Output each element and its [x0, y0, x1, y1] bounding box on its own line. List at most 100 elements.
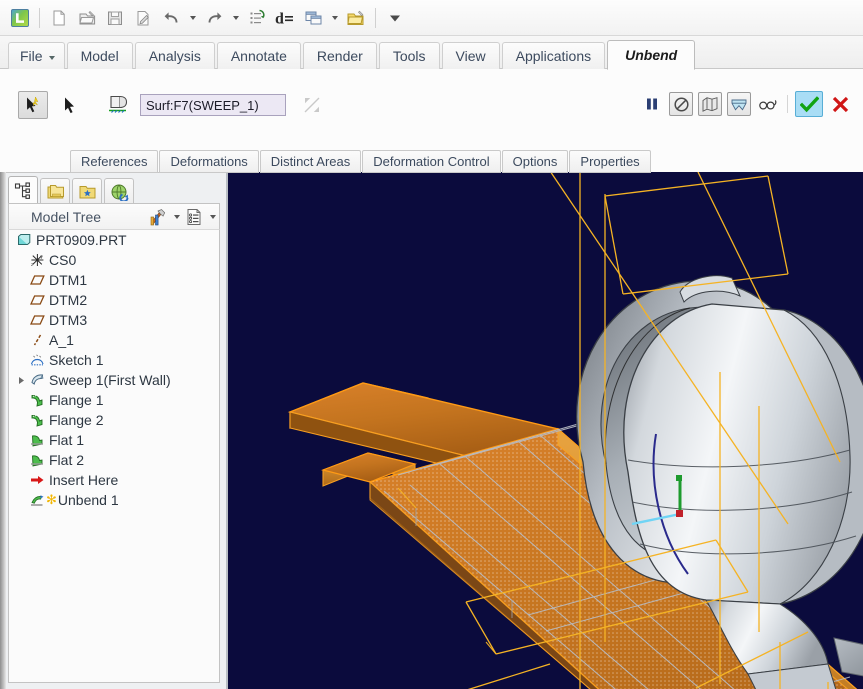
chevron-down-icon	[332, 16, 338, 20]
expand-collapse-arrow-icon[interactable]	[15, 376, 28, 385]
flat-icon	[28, 453, 47, 467]
flip-direction-button[interactable]	[299, 93, 325, 117]
ribbon-tab-view[interactable]: View	[442, 42, 500, 69]
navigator-tab-model-tree[interactable]	[8, 176, 38, 204]
sub-tab-references[interactable]: References	[70, 150, 158, 173]
sub-tab-deformations[interactable]: Deformations	[159, 150, 258, 173]
ribbon-tab-label: Model	[81, 48, 119, 64]
tree-item-sketch1[interactable]: Sketch 1	[9, 350, 219, 370]
sub-tab-label: References	[81, 154, 147, 169]
tree-item-flange1[interactable]: Flange 1	[9, 390, 219, 410]
ribbon-tab-model[interactable]: Model	[67, 42, 133, 69]
part-icon	[15, 233, 34, 247]
pause-button[interactable]	[640, 92, 664, 116]
tree-display-button[interactable]	[183, 205, 205, 229]
ribbon-tab-render[interactable]: Render	[303, 42, 377, 69]
datum-plane-icon	[28, 273, 47, 287]
window-dropdown-caret[interactable]	[328, 5, 341, 31]
ribbon-tab-annotate[interactable]: Annotate	[217, 42, 301, 69]
unbend-reference-icon	[106, 92, 134, 118]
model-tree[interactable]: PRT0909.PRT y z CS0 DTM1 DTM2	[8, 230, 220, 683]
coordinate-system-icon: y z	[28, 253, 47, 267]
ribbon-tab-label: Tools	[393, 48, 426, 64]
cancel-button[interactable]	[828, 92, 852, 116]
ribbon-tab-label: File	[20, 48, 43, 64]
ribbon-tab-tools[interactable]: Tools	[379, 42, 440, 69]
chevron-down-icon	[49, 56, 55, 60]
save-button[interactable]	[102, 5, 128, 31]
app-icon[interactable]	[7, 5, 33, 31]
tree-item-unbend1[interactable]: ✻ Unbend 1	[9, 490, 219, 510]
tree-item-dtm3[interactable]: DTM3	[9, 310, 219, 330]
tree-item-part[interactable]: PRT0909.PRT	[9, 230, 219, 250]
print-button[interactable]	[130, 5, 156, 31]
sub-tab-distinct-areas[interactable]: Distinct Areas	[260, 150, 361, 173]
tree-display-caret[interactable]	[205, 205, 219, 229]
toolbar-divider-2	[375, 8, 376, 28]
open-file-button[interactable]	[74, 5, 100, 31]
navigator-tab-connections[interactable]	[104, 178, 134, 204]
tree-item-label: Sketch 1	[49, 352, 103, 368]
sub-tab-options[interactable]: Options	[502, 150, 569, 173]
redo-button[interactable]	[201, 5, 227, 31]
navigator-tab-folder-browser[interactable]	[40, 178, 70, 204]
customize-toolbar-button[interactable]	[382, 5, 408, 31]
tree-item-label: Sweep 1(First Wall)	[49, 372, 171, 388]
tree-item-flange2[interactable]: Flange 2	[9, 410, 219, 430]
ribbon-tab-file[interactable]: File	[8, 42, 65, 69]
new-file-button[interactable]	[46, 5, 72, 31]
flange-icon	[28, 393, 47, 407]
window-left-edge	[0, 172, 6, 689]
tree-item-dtm2[interactable]: DTM2	[9, 290, 219, 310]
geometry-preview-button[interactable]	[698, 92, 722, 116]
dimension-button[interactable]: d	[272, 5, 298, 31]
chevron-down-icon	[233, 16, 239, 20]
datum-plane-icon	[28, 313, 47, 327]
tree-item-label: DTM3	[49, 312, 87, 328]
sub-tab-properties[interactable]: Properties	[569, 150, 650, 173]
ribbon-tab-label: View	[456, 48, 486, 64]
toolbar-divider-1	[39, 8, 40, 28]
no-preview-button[interactable]	[669, 92, 693, 116]
quick-access-toolbar: d	[0, 0, 863, 36]
glasses-preview-button[interactable]	[756, 92, 780, 116]
feature-preview-button[interactable]	[727, 92, 751, 116]
navigator-tab-favorites[interactable]	[72, 178, 102, 204]
chevron-down-icon	[210, 215, 216, 219]
window-button[interactable]	[300, 5, 326, 31]
unbend-icon	[28, 493, 47, 507]
tree-settings-button[interactable]	[147, 205, 169, 229]
sub-tab-deformation-control[interactable]: Deformation Control	[362, 150, 500, 173]
tree-item-dtm1[interactable]: DTM1	[9, 270, 219, 290]
tree-item-flat1[interactable]: Flat 1	[9, 430, 219, 450]
tree-settings-caret[interactable]	[169, 205, 183, 229]
reference-collector-input[interactable]: Surf:F7(SWEEP_1)	[140, 94, 286, 116]
tree-item-cs0[interactable]: y z CS0	[9, 250, 219, 270]
datum-plane-icon	[28, 293, 47, 307]
undo-button[interactable]	[158, 5, 184, 31]
redo-dropdown-caret[interactable]	[229, 5, 242, 31]
sub-tab-label: Deformation Control	[373, 154, 489, 169]
tree-item-flat2[interactable]: Flat 2	[9, 450, 219, 470]
graphics-viewport[interactable]	[228, 172, 863, 689]
tree-item-a1[interactable]: A_1	[9, 330, 219, 350]
sub-tab-label: Distinct Areas	[271, 154, 350, 169]
ribbon-tab-applications[interactable]: Applications	[502, 42, 606, 69]
accept-button[interactable]	[795, 91, 823, 117]
flat-icon	[28, 433, 47, 447]
tree-item-label: DTM2	[49, 292, 87, 308]
regenerate-button[interactable]	[244, 5, 270, 31]
open-folder-button[interactable]	[343, 5, 369, 31]
undo-dropdown-caret[interactable]	[186, 5, 199, 31]
tree-item-insert-here[interactable]: Insert Here	[9, 470, 219, 490]
ribbon-tab-analysis[interactable]: Analysis	[135, 42, 215, 69]
tree-item-label: Flange 1	[49, 392, 103, 408]
arrow-select-tool[interactable]	[54, 91, 84, 119]
ribbon-tab-unbend[interactable]: Unbend	[607, 40, 695, 70]
smart-select-tool[interactable]	[18, 91, 48, 119]
dashboard-sub-tabs: References Deformations Distinct Areas D…	[70, 150, 652, 173]
dashboard-right-controls	[640, 91, 852, 117]
tree-item-label: PRT0909.PRT	[36, 232, 127, 248]
ribbon-tab-label: Render	[317, 48, 363, 64]
tree-item-sweep1[interactable]: Sweep 1(First Wall)	[9, 370, 219, 390]
